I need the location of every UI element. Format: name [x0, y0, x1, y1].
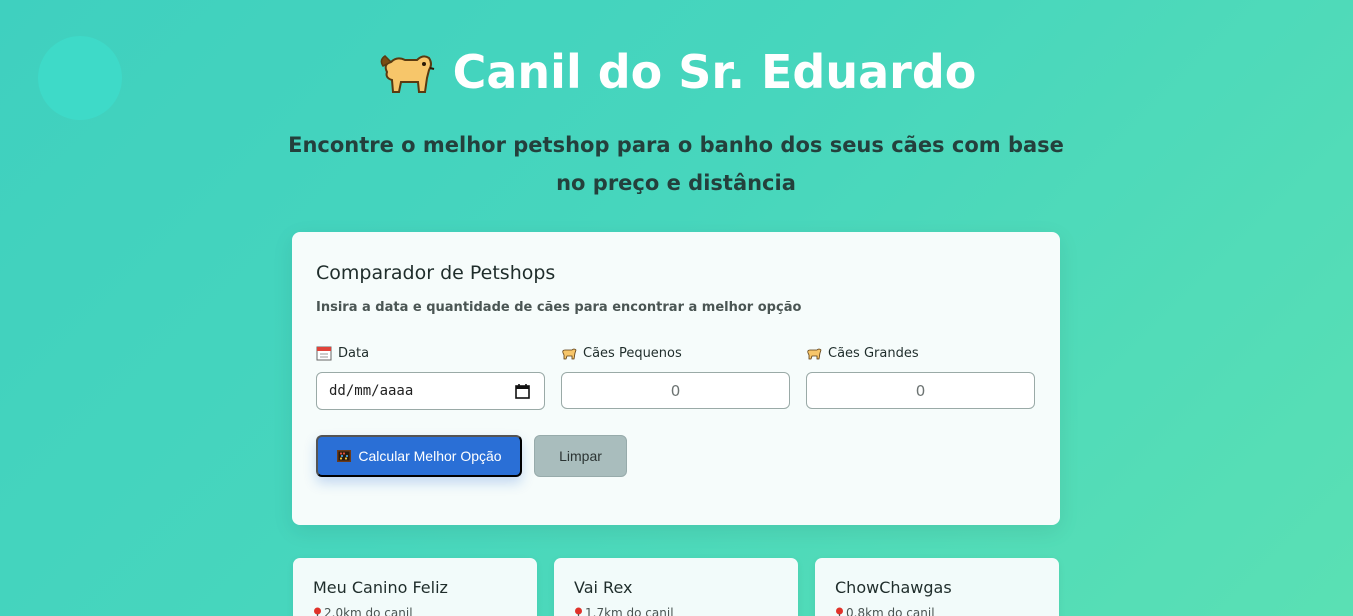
small-dogs-field: Cães Pequenos 0: [561, 344, 790, 409]
calculate-button[interactable]: Calcular Melhor Opção: [316, 435, 522, 477]
date-input[interactable]: dd/mm/aaaa: [316, 372, 545, 410]
petshop-card[interactable]: Meu Canino Feliz 2.0km do canil: [293, 558, 537, 616]
title-text: Canil do Sr. Eduardo: [452, 45, 977, 99]
petshop-card[interactable]: ChowChawgas 0.8km do canil: [815, 558, 1059, 616]
small-dogs-label-text: Cães Pequenos: [583, 345, 682, 361]
pin-icon: [314, 607, 321, 616]
page-subtitle: Encontre o melhor petshop para o banho d…: [288, 133, 1064, 195]
comparator-card: Comparador de Petshops Insira a data e q…: [292, 232, 1060, 525]
card-description: Insira a data e quantidade de cães para …: [316, 300, 802, 315]
date-field: Data dd/mm/aaaa: [316, 344, 545, 410]
big-dogs-label: Cães Grandes: [806, 344, 1035, 362]
abacus-icon: [337, 450, 352, 462]
petshop-distance-text: 0.8km do canil: [846, 606, 935, 616]
date-placeholder: dd/mm/aaaa: [329, 383, 414, 399]
big-dogs-placeholder: 0: [915, 381, 926, 400]
small-dogs-placeholder: 0: [670, 381, 681, 400]
dog-icon: [562, 348, 577, 359]
date-label: Data: [316, 344, 545, 362]
card-title: Comparador de Petshops: [316, 262, 556, 284]
petshop-distance: 1.7km do canil: [574, 606, 674, 616]
petshop-name: Meu Canino Feliz: [313, 578, 448, 597]
small-dogs-label: Cães Pequenos: [561, 344, 790, 362]
calendar-picker-icon[interactable]: [515, 383, 530, 399]
big-dogs-label-text: Cães Grandes: [828, 345, 919, 361]
calendar-icon: [316, 346, 332, 360]
small-dogs-input[interactable]: 0: [561, 372, 790, 409]
petshop-name: ChowChawgas: [835, 578, 952, 597]
page-title: Canil do Sr. Eduardo: [0, 44, 1353, 100]
petshop-distance-text: 1.7km do canil: [585, 606, 674, 616]
petshop-card[interactable]: Vai Rex 1.7km do canil: [554, 558, 798, 616]
big-dogs-input[interactable]: 0: [806, 372, 1035, 409]
petshop-name: Vai Rex: [574, 578, 633, 597]
pin-icon: [836, 607, 843, 616]
petshop-distance-text: 2.0km do canil: [324, 606, 413, 616]
calculate-button-label: Calcular Melhor Opção: [358, 448, 502, 464]
dog-icon: [807, 348, 822, 359]
dog-emoji-icon: [380, 55, 434, 93]
petshop-distance: 0.8km do canil: [835, 606, 935, 616]
clear-button-label: Limpar: [559, 448, 602, 464]
pin-icon: [575, 607, 582, 616]
clear-button[interactable]: Limpar: [534, 435, 627, 477]
date-label-text: Data: [338, 345, 370, 361]
big-dogs-field: Cães Grandes 0: [806, 344, 1035, 409]
petshop-distance: 2.0km do canil: [313, 606, 413, 616]
